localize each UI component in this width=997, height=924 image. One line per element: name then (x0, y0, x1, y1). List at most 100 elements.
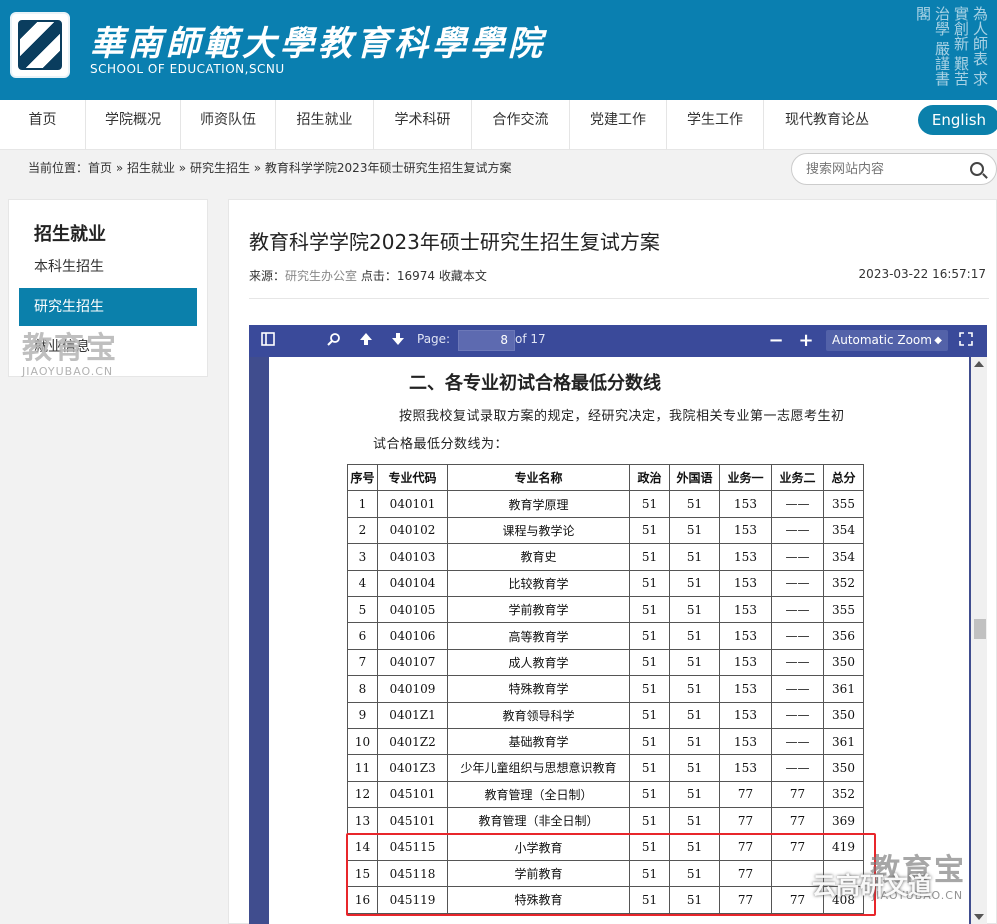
table-cell: 51 (669, 833, 720, 861)
table-cell: 6 (347, 622, 378, 650)
table-cell: 教育学原理 (447, 490, 630, 518)
table-cell: 4 (347, 569, 378, 597)
table-cell: 51 (629, 595, 670, 624)
sidebar-toggle-icon[interactable] (259, 331, 277, 351)
table-cell: 51 (669, 516, 720, 545)
table-header-cell: 外国语 (669, 463, 720, 492)
table-cell: 153 (719, 516, 772, 545)
nav-item-party[interactable]: 党建工作 (570, 100, 667, 150)
table-cell: 51 (669, 595, 720, 624)
wechat-watermark: 云高研文道 (812, 872, 932, 900)
table-cell: 77 (719, 859, 772, 888)
score-table: 序号 专业代码 专业名称 政治 外国语 业务一 业务二 总分 1 040101 教育学原理 51 51… (347, 463, 864, 914)
scroll-up-icon[interactable] (974, 361, 984, 367)
table-cell: —— (771, 701, 824, 729)
table-cell: 153 (719, 754, 772, 782)
table-cell: 学前教育学 (447, 595, 630, 624)
table-cell: 51 (629, 516, 670, 545)
table-cell: —— (771, 648, 824, 677)
favorite-link[interactable]: 收藏本文 (439, 269, 487, 283)
table-header-cell: 序号 (347, 463, 378, 492)
article-meta: 来源：研究生办公室 点击：16974 收藏本文 (249, 267, 487, 284)
table-cell: 369 (823, 807, 864, 835)
table-cell: 040107 (377, 648, 448, 677)
table-cell: 040103 (377, 543, 448, 571)
next-page-icon[interactable] (389, 331, 407, 351)
site-title[interactable]: 華南師範大學教育科學學院 (90, 16, 546, 65)
table-cell: 51 (669, 727, 720, 756)
sidebar-title: 招生就业 (34, 224, 106, 245)
table-row: 5 040105 学前教育学 51 51 153 —— 355 (347, 595, 864, 624)
calligraphy-motto: 為人師表 求實創新 艱苦治學 嚴謹書閣 (914, 6, 989, 86)
table-cell: 355 (823, 490, 864, 518)
table-cell: 51 (629, 701, 670, 729)
table-row: 2 040102 课程与教学论 51 51 153 —— 354 (347, 516, 864, 545)
table-cell: 354 (823, 543, 864, 571)
table-cell: 特殊教育 (447, 886, 630, 914)
table-cell: 0401Z1 (377, 701, 448, 729)
table-header-cell: 总分 (823, 463, 864, 492)
sidebar-item-graduate[interactable]: 研究生招生 (19, 288, 197, 326)
table-cell: 354 (823, 516, 864, 545)
table-cell: 51 (629, 833, 670, 861)
table-cell: 0401Z3 (377, 754, 448, 782)
table-cell: 51 (669, 780, 720, 809)
university-logo[interactable] (10, 12, 70, 78)
nav-item-faculty[interactable]: 师资队伍 (181, 100, 276, 150)
previous-page-icon[interactable] (357, 331, 375, 351)
nav-item-journal[interactable]: 现代教育论丛 (764, 100, 890, 150)
table-cell: 77 (719, 886, 772, 914)
chevron-updown-icon: ◆ (934, 335, 942, 346)
nav-item-home[interactable]: 首页 (0, 100, 86, 150)
table-cell: —— (771, 727, 824, 756)
zoom-in-icon[interactable]: + (797, 331, 815, 351)
table-cell: 51 (629, 807, 670, 835)
sidebar-item-undergraduate[interactable]: 本科生招生 (19, 248, 197, 286)
table-cell: 5 (347, 595, 378, 624)
pdf-paragraph-line2: 试合格最低分数线为： (373, 437, 509, 452)
zoom-out-icon[interactable]: − (767, 331, 785, 351)
table-cell: 77 (771, 833, 824, 861)
table-cell: 040109 (377, 675, 448, 703)
table-row: 7 040107 成人教育学 51 51 153 —— 350 (347, 648, 864, 677)
zoom-select[interactable]: Automatic Zoom ◆ (826, 330, 948, 351)
table-row: 15 045118 学前教育 51 51 77 (347, 859, 864, 888)
table-row: 9 0401Z1 教育领导科学 51 51 153 —— 350 (347, 701, 864, 729)
nav-item-cooperation[interactable]: 合作交流 (472, 100, 570, 150)
table-row: 1 040101 教育学原理 51 51 153 —— 355 (347, 490, 864, 518)
table-cell: 51 (669, 675, 720, 703)
nav-item-students[interactable]: 学生工作 (667, 100, 764, 150)
nav-item-admissions[interactable]: 招生就业 (276, 100, 374, 150)
english-button[interactable]: English (918, 105, 997, 135)
table-cell: 77 (771, 780, 824, 809)
search-icon[interactable] (970, 162, 984, 176)
scroll-down-icon[interactable] (974, 914, 984, 920)
table-cell: 040102 (377, 516, 448, 545)
table-cell: 153 (719, 701, 772, 729)
table-cell: 教育管理（全日制） (447, 780, 630, 809)
table-cell: 基础教育学 (447, 727, 630, 756)
breadcrumb[interactable]: 当前位置：首页 » 招生就业 » 研究生招生 » 教育科学学院2023年硕士研究… (28, 159, 511, 176)
nav-item-about[interactable]: 学院概况 (86, 100, 181, 150)
pdf-page: 二、各专业初试合格最低分数线 按照我校复试录取方案的规定，经研究决定，我院相关专… (269, 357, 969, 924)
pdf-scrollbar[interactable] (971, 357, 987, 924)
table-cell: 16 (347, 886, 378, 914)
page-number-input[interactable]: 8 (458, 330, 515, 351)
table-header-cell: 政治 (629, 463, 670, 492)
fullscreen-icon[interactable] (957, 331, 975, 351)
table-cell: 77 (719, 780, 772, 809)
scroll-thumb[interactable] (974, 619, 986, 639)
search-box[interactable] (791, 153, 997, 185)
table-cell: 特殊教育学 (447, 675, 630, 703)
table-cell: —— (771, 490, 824, 518)
table-header-cell: 专业名称 (447, 463, 630, 492)
table-row: 12 045101 教育管理（全日制） 51 51 77 77 352 (347, 780, 864, 809)
find-icon[interactable] (325, 331, 343, 351)
table-cell: 153 (719, 490, 772, 518)
table-cell: 419 (823, 833, 864, 861)
nav-item-research[interactable]: 学术科研 (374, 100, 472, 150)
table-cell: —— (771, 569, 824, 597)
search-input[interactable] (806, 160, 956, 178)
table-cell: 15 (347, 859, 378, 888)
table-cell: 3 (347, 543, 378, 571)
